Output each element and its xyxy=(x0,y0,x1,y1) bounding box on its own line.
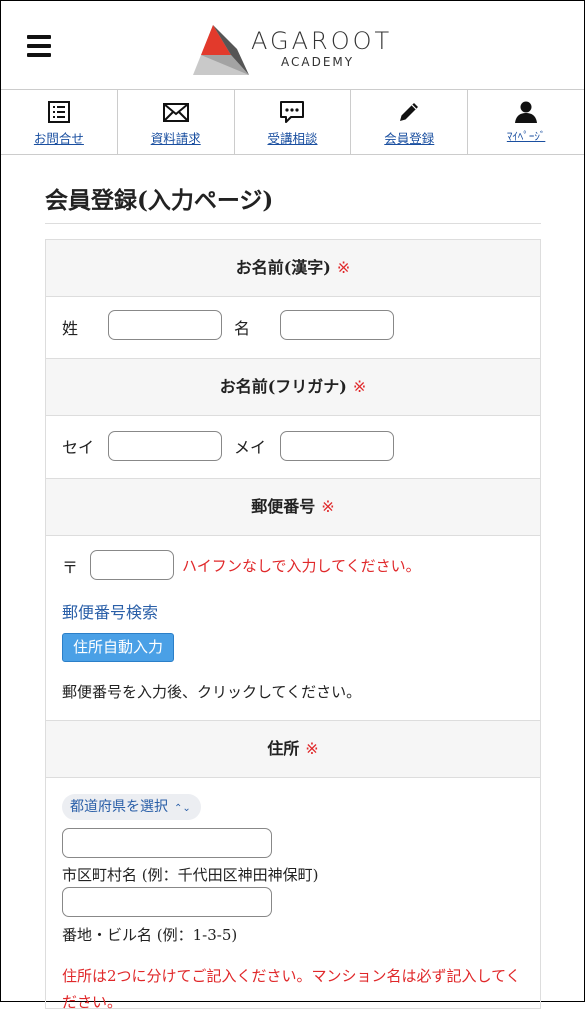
chevron-up-down-icon: ⌃⌄ xyxy=(174,803,191,814)
section-heading-name-kanji: お名前(漢字) ※ xyxy=(46,240,540,297)
nav-label: お問合せ xyxy=(33,131,84,146)
last-name-input[interactable] xyxy=(108,310,222,340)
last-name-kana-input[interactable] xyxy=(108,431,222,461)
envelope-icon xyxy=(162,103,189,122)
postal-search-link[interactable]: 郵便番号検索 xyxy=(62,599,158,623)
site-header: AGAROOT ACADEMY xyxy=(1,1,584,89)
nav-label: 資料請求 xyxy=(150,131,201,146)
section-heading-postal: 郵便番号 ※ xyxy=(46,479,540,536)
nav-item-consultation[interactable]: 受講相談 xyxy=(235,90,352,154)
section-body-address: 都道府県を選択 ⌃⌄ 市区町村名 (例：千代田区神田神保町) 番地・ビル名 (例：… xyxy=(46,778,540,1011)
street-caption: 番地・ビル名 (例：1-3-5) xyxy=(62,926,238,944)
top-navigation: お問合せ 資料請求 受講相談 会員登録 ﾏｲﾍﾟｰｼﾞ xyxy=(1,89,584,155)
chat-bubble-icon xyxy=(280,101,305,123)
street-input[interactable] xyxy=(62,887,272,917)
nav-label: ﾏｲﾍﾟｰｼﾞ xyxy=(506,130,546,143)
section-body-name-kanji: 姓 名 xyxy=(46,297,540,359)
section-heading-text: 郵便番号 xyxy=(251,497,316,516)
postal-code-input[interactable] xyxy=(90,550,174,580)
title-divider xyxy=(45,223,541,224)
first-name-kana-input[interactable] xyxy=(280,431,394,461)
first-name-label: 名 xyxy=(234,319,251,338)
first-name-input[interactable] xyxy=(280,310,394,340)
nav-item-register[interactable]: 会員登録 xyxy=(351,90,469,154)
section-body-postal: 〒 ハイフンなしで入力してください。 郵便番号検索 住所自動入力 郵便番号を入力… xyxy=(46,536,540,721)
prefecture-select-value: 都道府県を選択 xyxy=(70,799,168,815)
city-input[interactable] xyxy=(62,828,272,858)
first-name-kana-label: メイ xyxy=(234,438,267,457)
required-mark: ※ xyxy=(336,258,351,277)
list-document-icon xyxy=(47,101,70,123)
required-mark: ※ xyxy=(305,739,319,758)
nav-item-brochure[interactable]: 資料請求 xyxy=(118,90,235,154)
section-heading-text: 住所 xyxy=(267,739,300,758)
person-icon xyxy=(515,101,538,123)
registration-form: お名前(漢字) ※ 姓 名 お名前(フリガナ) ※ セイ メイ 郵便番号 ※ 〒 ハイ… xyxy=(45,239,541,1011)
required-mark: ※ xyxy=(352,377,367,396)
nav-label: 会員登録 xyxy=(384,131,435,146)
nav-item-inquiry[interactable]: お問合せ xyxy=(1,90,118,154)
section-body-name-kana: セイ メイ xyxy=(46,416,540,479)
hamburger-menu-icon[interactable] xyxy=(27,35,51,57)
logo-mark-icon xyxy=(193,25,249,75)
logo-wordmark: AGAROOT xyxy=(251,27,393,55)
city-caption: 市区町村名 (例：千代田区神田神保町) xyxy=(62,866,319,884)
section-heading-name-kana: お名前(フリガナ) ※ xyxy=(46,359,540,416)
postal-after-note: 郵便番号を入力後、クリックしてください。 xyxy=(62,683,362,701)
address-warning: 住所は2つに分けてご記入ください。マンション名は必ず記入してください。 xyxy=(62,967,521,1011)
pencil-icon xyxy=(400,103,419,121)
postal-hint: ハイフンなしで入力してください。 xyxy=(182,557,421,575)
prefecture-select[interactable]: 都道府県を選択 ⌃⌄ xyxy=(62,794,201,820)
agaroot-logo[interactable]: AGAROOT ACADEMY xyxy=(191,21,401,77)
required-mark: ※ xyxy=(321,497,335,516)
auto-address-button[interactable]: 住所自動入力 xyxy=(62,633,175,662)
logo-subtitle: ACADEMY xyxy=(281,55,355,69)
nav-item-mypage[interactable]: ﾏｲﾍﾟｰｼﾞ xyxy=(468,90,584,154)
page-title: 会員登録(入力ページ) xyxy=(45,187,274,214)
last-name-label: 姓 xyxy=(62,319,79,338)
last-name-kana-label: セイ xyxy=(62,438,95,457)
nav-label: 受講相談 xyxy=(267,131,318,146)
section-heading-address: 住所 ※ xyxy=(46,721,540,778)
section-heading-text: お名前(漢字) xyxy=(235,258,331,277)
section-heading-text: お名前(フリガナ) xyxy=(219,377,347,396)
postal-prefix: 〒 xyxy=(62,558,79,577)
